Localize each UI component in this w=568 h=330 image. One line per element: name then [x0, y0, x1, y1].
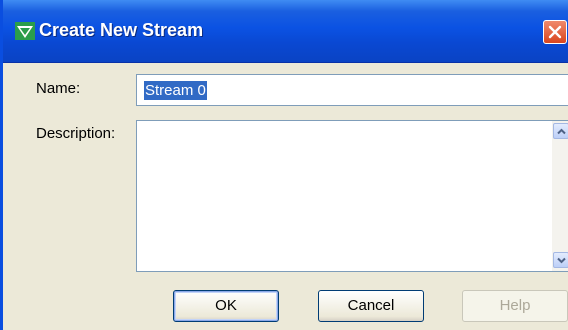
name-input-value: Stream 0 [144, 81, 207, 100]
description-label: Description: [36, 125, 116, 142]
dialog-window: Create New Stream Name: Stream 0 Descrip… [0, 0, 568, 330]
cancel-button[interactable]: Cancel [318, 290, 424, 322]
title-bar[interactable]: Create New Stream [3, 0, 568, 63]
name-label: Name: [36, 80, 81, 97]
dialog-title: Create New Stream [39, 20, 204, 40]
name-input[interactable]: Stream 0 [136, 74, 568, 106]
stream-icon [15, 22, 35, 40]
close-button[interactable] [543, 20, 567, 44]
description-textarea[interactable] [136, 120, 568, 272]
description-scrollbar[interactable] [552, 121, 568, 271]
chevron-down-icon [557, 257, 566, 264]
ok-button[interactable]: OK [173, 290, 279, 322]
scroll-down-button[interactable] [553, 252, 568, 268]
help-button[interactable]: Help [462, 290, 568, 322]
chevron-up-icon [557, 128, 566, 135]
scroll-up-button[interactable] [553, 123, 568, 139]
close-icon [548, 25, 562, 39]
